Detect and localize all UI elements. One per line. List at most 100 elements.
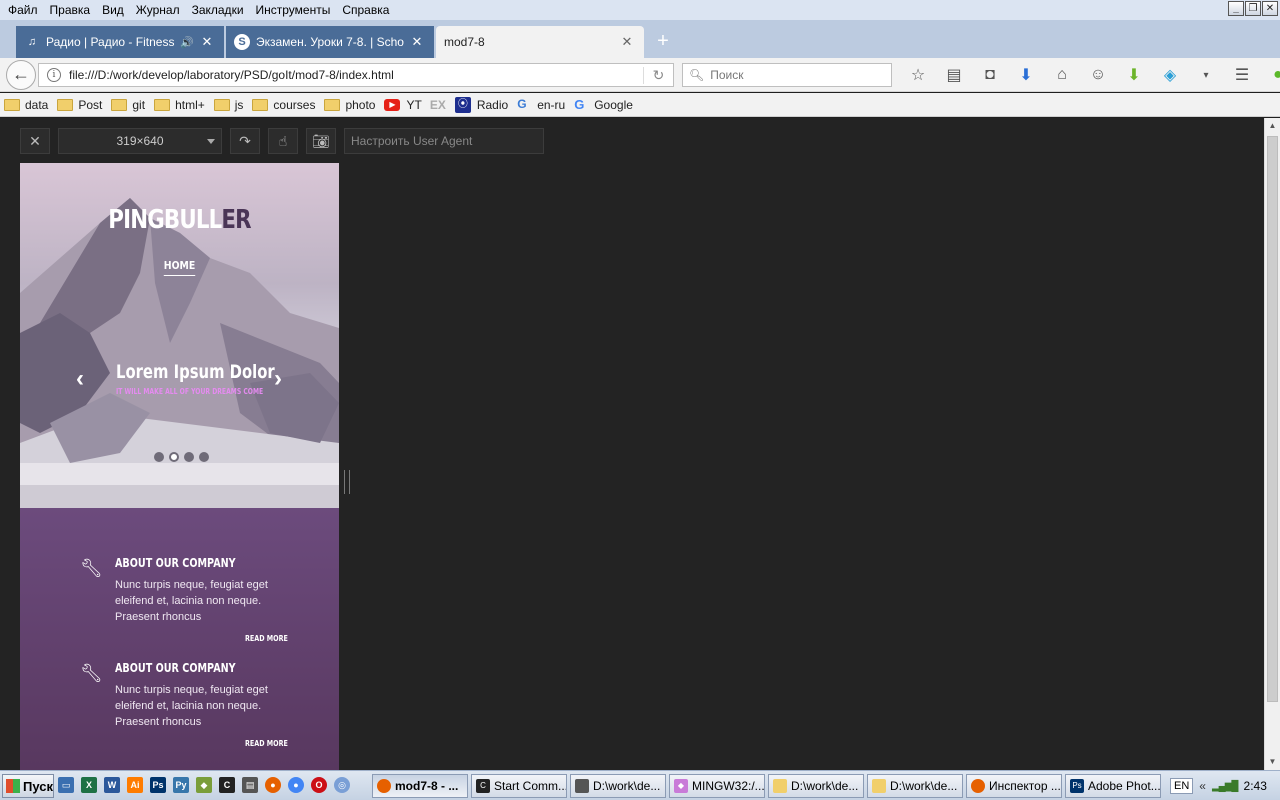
tab-close-button[interactable]: ✕ xyxy=(620,34,634,50)
terminal-icon[interactable]: ▤ xyxy=(242,777,258,793)
reload-icon[interactable]: ↻ xyxy=(643,66,673,84)
nav-home[interactable]: HOME xyxy=(20,259,339,276)
hello-icon[interactable]: ☺ xyxy=(1080,66,1116,84)
search-input[interactable]: 🔍︎ Поиск xyxy=(682,63,892,87)
tab-close-button[interactable]: ✕ xyxy=(200,34,214,50)
task-firefox[interactable]: mod7-8 - ... xyxy=(372,774,468,798)
excel-icon[interactable]: X xyxy=(81,777,97,793)
bookmark-label: data xyxy=(25,97,49,112)
task-label: mod7-8 - ... xyxy=(395,779,459,793)
back-button[interactable]: ← xyxy=(6,60,36,90)
size-select[interactable]: 319×640 xyxy=(58,128,222,154)
bookmark-data[interactable]: data xyxy=(4,98,48,112)
bookmark-js[interactable]: js xyxy=(213,98,243,112)
show-hidden-icons-icon[interactable]: « xyxy=(1199,779,1206,793)
feature-text: Nunc turpis neque, feugiat eget eleifend… xyxy=(115,579,268,623)
pocket-icon[interactable]: ◘ xyxy=(972,66,1008,84)
bookmark-label: git xyxy=(132,97,146,112)
slider-dot[interactable] xyxy=(199,452,209,462)
desktop-icon[interactable]: ▭ xyxy=(58,777,74,793)
read-more-link[interactable]: READ MORE xyxy=(245,739,288,748)
chrome-icon[interactable]: ● xyxy=(288,777,304,793)
viewport-resize-handle[interactable] xyxy=(344,470,350,494)
new-tab-button[interactable]: + xyxy=(650,28,676,54)
addon-green-icon[interactable]: ● xyxy=(1260,66,1280,84)
slider-dot[interactable] xyxy=(184,452,194,462)
menu-help[interactable]: Справка xyxy=(336,0,395,20)
task-start-commander[interactable]: C Start Comm... xyxy=(471,774,567,798)
vertical-scrollbar[interactable]: ▲ ▼ xyxy=(1264,118,1280,770)
download-helper-icon[interactable]: ⬇ xyxy=(1116,65,1152,85)
reading-list-icon[interactable]: ▤ xyxy=(936,65,972,85)
bookmark-radio[interactable]: ⦿ Radio xyxy=(454,96,509,113)
scroll-down-arrow[interactable]: ▼ xyxy=(1265,754,1280,770)
task-explorer[interactable]: D:\work\de... xyxy=(570,774,666,798)
addon-icon[interactable]: ◈ xyxy=(1152,65,1188,85)
task-photoshop[interactable]: Ps Adobe Phot... xyxy=(1065,774,1161,798)
task-folder[interactable]: D:\work\de... xyxy=(768,774,864,798)
language-indicator[interactable]: EN xyxy=(1170,778,1194,794)
menu-file[interactable]: Файл xyxy=(2,0,44,20)
url-bar[interactable]: i file:///D:/work/develop/laboratory/PSD… xyxy=(38,63,674,87)
menu-tools[interactable]: Инструменты xyxy=(250,0,337,20)
slider-prev-arrow[interactable]: ‹ xyxy=(70,367,90,391)
start-button[interactable]: Пуск xyxy=(2,774,54,798)
cmd-icon[interactable]: C xyxy=(219,777,235,793)
bookmark-post[interactable]: Post xyxy=(57,98,102,112)
hamburger-menu-icon[interactable]: ☰ xyxy=(1224,65,1260,85)
menu-bookmarks[interactable]: Закладки xyxy=(186,0,250,20)
python-icon[interactable]: Py xyxy=(173,777,189,793)
scroll-up-arrow[interactable]: ▲ xyxy=(1265,118,1280,134)
word-icon[interactable]: W xyxy=(104,777,120,793)
illustrator-icon[interactable]: Ai xyxy=(127,777,143,793)
tab-mod7-8[interactable]: mod7-8 ✕ xyxy=(436,26,644,58)
photoshop-icon: Ps xyxy=(1070,779,1084,793)
photoshop-icon[interactable]: Ps xyxy=(150,777,166,793)
slider-dot-active[interactable] xyxy=(169,452,179,462)
bookmark-git[interactable]: git xyxy=(111,98,145,112)
scroll-thumb[interactable] xyxy=(1267,136,1278,702)
firefox-icon[interactable]: ● xyxy=(265,777,281,793)
clock[interactable]: 2:43 xyxy=(1244,779,1267,793)
info-icon[interactable]: i xyxy=(47,68,61,82)
toolbar-icons: ☆ ▤ ◘ ⬇ ⌂ ☺ ⬇ ◈ ▾ ☰ ● xyxy=(900,63,1280,87)
browser-icon[interactable]: ◎ xyxy=(334,777,350,793)
menu-view[interactable]: Вид xyxy=(96,0,130,20)
url-text[interactable]: file:///D:/work/develop/laboratory/PSD/g… xyxy=(69,68,643,82)
task-mingw[interactable]: ◆ MINGW32:/... xyxy=(669,774,765,798)
minimize-button[interactable]: _ xyxy=(1228,1,1244,16)
bookmark-ex[interactable]: EX xyxy=(430,98,446,112)
git-icon[interactable]: ◆ xyxy=(196,777,212,793)
menu-history[interactable]: Журнал xyxy=(130,0,186,20)
site-logo[interactable]: PINGBULLER xyxy=(49,205,311,235)
rotate-icon[interactable]: ↷ xyxy=(230,128,260,154)
download-icon[interactable]: ⬇ xyxy=(1008,65,1044,85)
bookmark-courses[interactable]: courses xyxy=(252,98,315,112)
read-more-link[interactable]: READ MORE xyxy=(245,634,288,643)
tab-radio[interactable]: ♫ Радио | Радио - Fitness ... 🔊 ✕ xyxy=(16,26,224,58)
bookmark-label: Radio xyxy=(476,97,509,112)
bookmark-star-icon[interactable]: ☆ xyxy=(900,65,936,85)
tab-close-button[interactable]: ✕ xyxy=(410,34,424,50)
bookmark-yt[interactable]: ▶ YT EX xyxy=(384,98,446,112)
user-agent-input[interactable]: Настроить User Agent xyxy=(344,128,544,154)
bookmark-google[interactable]: G Google xyxy=(574,97,633,113)
close-rdm-button[interactable]: ✕ xyxy=(20,128,50,154)
dropdown-icon[interactable]: ▾ xyxy=(1188,70,1224,81)
network-icon[interactable]: ▂▄▆█ xyxy=(1212,781,1239,792)
bookmark-photo[interactable]: photo xyxy=(324,98,375,112)
tab-exam[interactable]: S Экзамен. Уроки 7-8. | Schoo... ✕ xyxy=(226,26,434,58)
bookmark-html[interactable]: html+ xyxy=(154,98,205,112)
bookmark-en-ru[interactable]: Gen-ru xyxy=(517,97,565,113)
close-window-button[interactable]: ✕ xyxy=(1262,1,1278,16)
slider-dot[interactable] xyxy=(154,452,164,462)
opera-icon[interactable]: O xyxy=(311,777,327,793)
task-folder[interactable]: D:\work\de... xyxy=(867,774,963,798)
task-inspector[interactable]: Инспектор ... xyxy=(966,774,1062,798)
touch-icon[interactable]: ☝ xyxy=(268,128,298,154)
screenshot-icon[interactable]: 📷︎ xyxy=(306,128,336,154)
speaker-icon[interactable]: 🔊 xyxy=(180,36,194,49)
restore-button[interactable]: ❐ xyxy=(1245,1,1261,16)
home-icon[interactable]: ⌂ xyxy=(1044,66,1080,84)
menu-edit[interactable]: Правка xyxy=(44,0,97,20)
